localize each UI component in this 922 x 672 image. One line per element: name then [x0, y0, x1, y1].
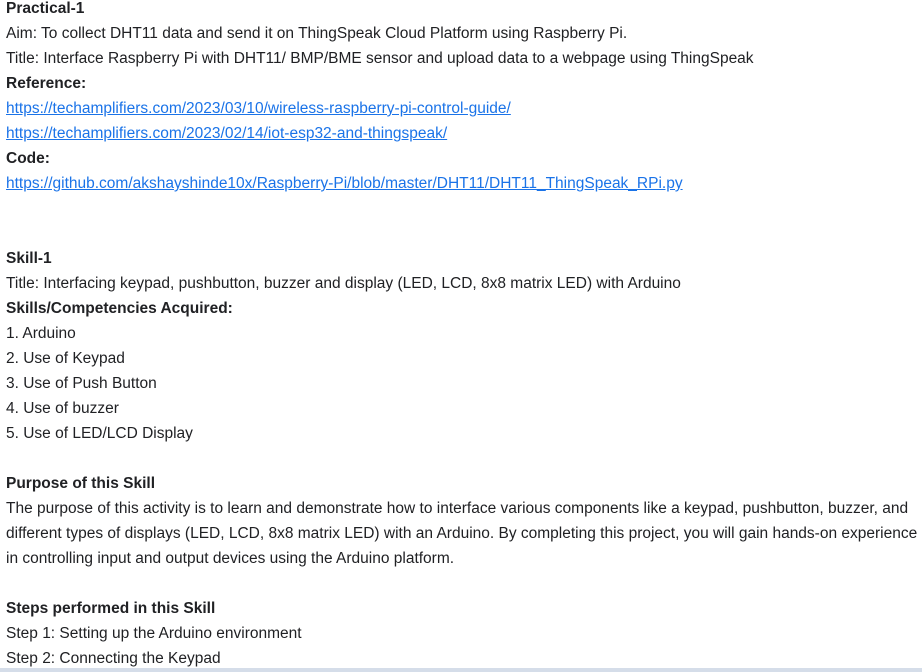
practical-heading: Practical-1: [6, 0, 85, 17]
competency-item: 5. Use of LED/LCD Display: [6, 425, 193, 442]
purpose-paragraph: The purpose of this activity is to learn…: [6, 500, 918, 567]
document-body: Practical-1 Aim: To collect DHT11 data a…: [6, 0, 922, 671]
step-item: Step 1: Setting up the Arduino environme…: [6, 625, 302, 642]
competencies-label: Skills/Competencies Acquired:: [6, 300, 233, 317]
competency-item: 3. Use of Push Button: [6, 375, 157, 392]
code-link[interactable]: https://github.com/akshayshinde10x/Raspb…: [6, 175, 683, 192]
skill-title: Title: Interfacing keypad, pushbutton, b…: [6, 275, 681, 292]
practical-aim: Aim: To collect DHT11 data and send it o…: [6, 25, 628, 42]
skill-heading: Skill-1: [6, 250, 52, 267]
code-label: Code:: [6, 150, 50, 167]
reference-link-1[interactable]: https://techamplifiers.com/2023/03/10/wi…: [6, 100, 511, 117]
competency-item: 2. Use of Keypad: [6, 350, 125, 367]
steps-heading: Steps performed in this Skill: [6, 600, 216, 617]
practical-title: Title: Interface Raspberry Pi with DHT11…: [6, 50, 754, 67]
competency-item: 1. Arduino: [6, 325, 76, 342]
purpose-heading: Purpose of this Skill: [6, 475, 155, 492]
reference-label: Reference:: [6, 75, 87, 92]
reference-link-2[interactable]: https://techamplifiers.com/2023/02/14/io…: [6, 125, 447, 142]
bottom-scroll-edge: [0, 668, 922, 672]
competency-item: 4. Use of buzzer: [6, 400, 119, 417]
